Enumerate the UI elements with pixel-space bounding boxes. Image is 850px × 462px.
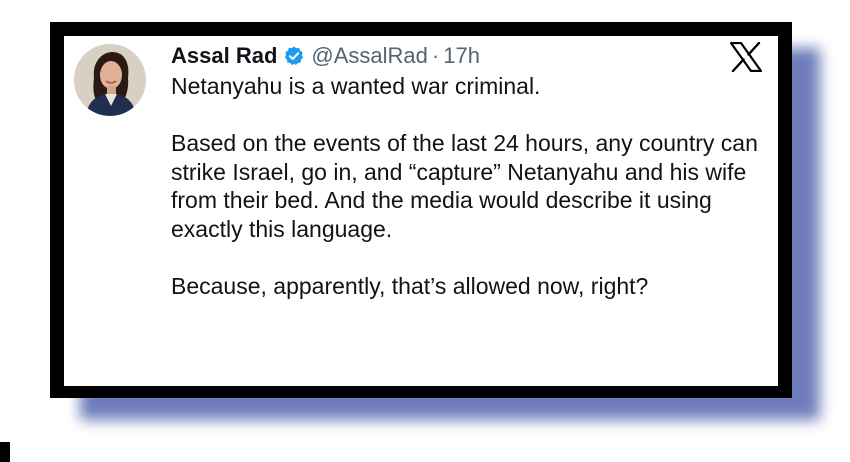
- timestamp[interactable]: 17h: [443, 43, 480, 69]
- tweet-body: Netanyahu is a wanted war criminal. Base…: [171, 72, 771, 300]
- verified-badge-icon: [285, 46, 304, 66]
- author-name[interactable]: Assal Rad: [171, 43, 277, 69]
- corner-mark: [0, 442, 10, 462]
- avatar[interactable]: [74, 44, 146, 116]
- tweet-paragraph: Because, apparently, that’s allowed now,…: [171, 272, 649, 299]
- author-handle[interactable]: @AssalRad: [311, 43, 428, 69]
- x-logo-icon: [730, 42, 762, 72]
- tweet-paragraph: Netanyahu is a wanted war criminal.: [171, 73, 541, 99]
- header-separator: ·: [431, 43, 440, 68]
- tweet-card[interactable]: Assal Rad @AssalRad · 17h Netanyahu is a…: [64, 36, 778, 386]
- tweet-paragraph: Based on the events of the last 24 hours…: [171, 130, 758, 242]
- avatar-photo: [74, 44, 146, 116]
- tweet-header: Assal Rad @AssalRad · 17h: [171, 40, 480, 72]
